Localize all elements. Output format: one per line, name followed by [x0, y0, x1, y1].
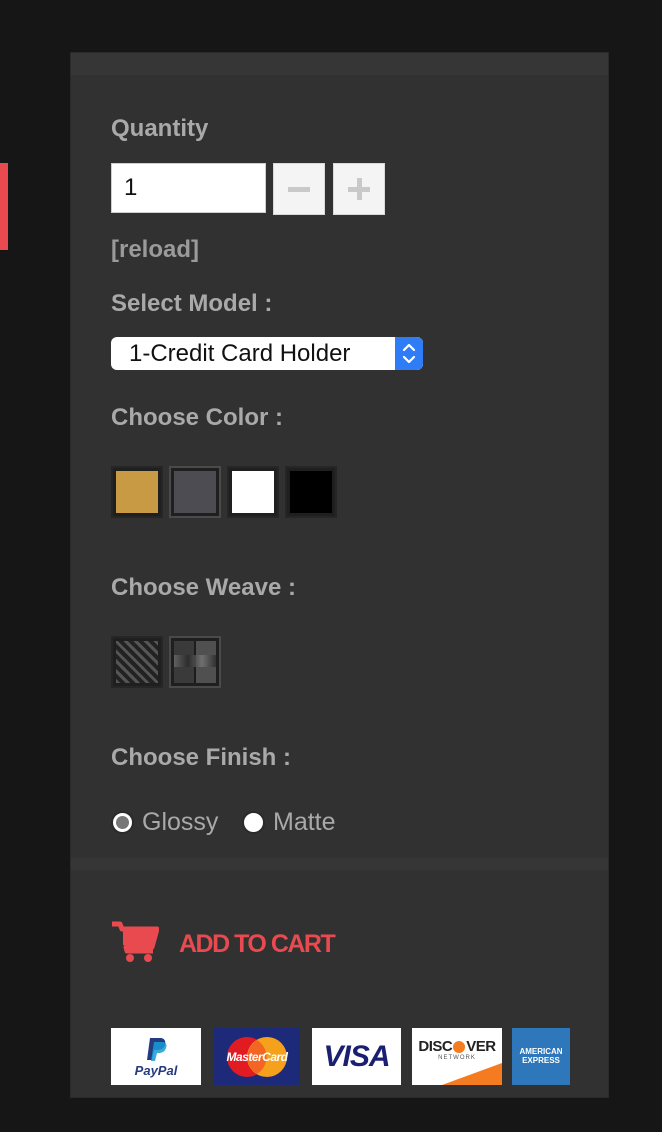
choose-finish-label: Choose Finish : — [111, 744, 291, 771]
color-swatch-gray[interactable] — [169, 466, 221, 518]
decrease-quantity-button[interactable] — [273, 163, 325, 215]
quantity-input[interactable] — [111, 163, 266, 213]
model-select[interactable]: 1-Credit Card Holder — [111, 337, 423, 370]
model-select-value: 1-Credit Card Holder — [129, 340, 351, 367]
finish-option-matte[interactable]: Matte — [242, 808, 336, 837]
paypal-logo: PayPal — [111, 1028, 201, 1085]
select-model-label: Select Model : — [111, 290, 273, 317]
visa-text: VISA — [323, 1039, 390, 1073]
glossy-label: Glossy — [142, 808, 219, 836]
quantity-label: Quantity — [111, 115, 209, 142]
choose-weave-label: Choose Weave : — [111, 574, 296, 601]
color-swatch-gold[interactable] — [111, 466, 163, 518]
reload-link[interactable]: [reload] — [111, 236, 199, 264]
choose-color-label: Choose Color : — [111, 404, 283, 431]
matte-label: Matte — [273, 808, 336, 836]
shopping-cart-icon — [111, 921, 160, 968]
plus-icon — [348, 178, 370, 200]
color-swatch-black[interactable] — [285, 466, 337, 518]
discover-text-start: DISC — [418, 1038, 453, 1055]
increase-quantity-button[interactable] — [333, 163, 385, 215]
finish-option-glossy[interactable]: Glossy — [111, 808, 218, 837]
color-swatch-white[interactable] — [227, 466, 279, 518]
weave-option-a[interactable] — [111, 636, 163, 688]
matte-radio[interactable] — [242, 811, 265, 834]
left-accent-bar — [0, 163, 8, 250]
amex-text-2: EXPRESS — [522, 1055, 560, 1065]
mastercard-text: MasterCard — [226, 1049, 288, 1064]
glossy-radio[interactable] — [111, 811, 134, 834]
product-options-panel: Quantity [reload] Select Model : 1-Credi… — [70, 52, 609, 1098]
paypal-text: PayPal — [134, 1062, 178, 1078]
mastercard-logo: MasterCard — [214, 1028, 300, 1085]
add-to-cart-label: ADD TO CART — [179, 930, 336, 958]
american-express-logo: AMERICAN EXPRESS — [512, 1028, 570, 1085]
discover-logo: DISC VER NETWORK — [412, 1028, 502, 1085]
visa-logo: VISA — [312, 1028, 401, 1085]
select-stepper-icon — [395, 337, 423, 370]
weave-option-b[interactable] — [169, 636, 221, 688]
discover-text-end: VER — [466, 1038, 496, 1055]
panel-top-strip — [71, 53, 608, 75]
minus-icon — [288, 186, 310, 192]
add-to-cart-button[interactable]: ADD TO CART — [111, 921, 336, 968]
panel-divider-strip — [71, 858, 608, 870]
